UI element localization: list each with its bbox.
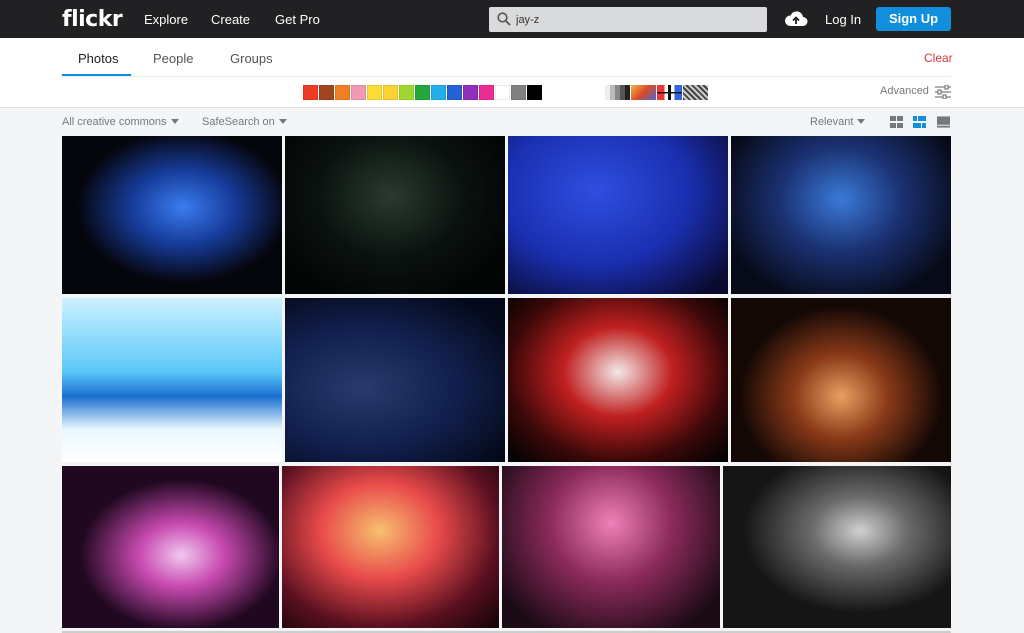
license-dropdown[interactable]: All creative commons [62,116,179,128]
style-filter-swatches [605,85,708,100]
nav-explore[interactable]: Explore [144,12,188,27]
color-swatch-12[interactable] [479,85,494,100]
safesearch-label: SafeSearch on [202,116,275,128]
safesearch-dropdown[interactable]: SafeSearch on [202,116,287,128]
photo-tile-7[interactable] [508,298,728,462]
active-tab-indicator [62,74,131,76]
search-input[interactable] [516,10,756,29]
tab-photos[interactable]: Photos [78,51,118,66]
caret-down-icon [278,119,287,124]
color-swatch-8[interactable] [415,85,430,100]
minimalist-filter[interactable] [657,85,682,100]
color-swatch-9[interactable] [431,85,446,100]
photo-tile-9[interactable] [62,466,279,628]
caret-down-icon [170,119,179,124]
tab-groups[interactable]: Groups [230,51,273,66]
color-swatch-6[interactable] [383,85,398,100]
clear-button[interactable]: Clear [924,51,953,65]
shallow-depth-filter[interactable] [631,85,656,100]
tab-divider [62,76,951,77]
photo-tile-2[interactable] [285,136,505,294]
photo-tile-4[interactable] [731,136,951,294]
search-icon [497,12,511,26]
search-box[interactable] [489,7,767,32]
license-label: All creative commons [62,116,167,128]
color-swatch-10[interactable] [447,85,462,100]
photo-tile-6[interactable] [285,298,505,462]
sort-label: Relevant [810,116,854,128]
photo-tile-10[interactable] [282,466,499,628]
upload-cloud-icon[interactable] [784,9,808,29]
flickr-logo[interactable]: flickr [62,7,123,32]
single-view-icon[interactable] [937,116,950,128]
advanced-label[interactable]: Advanced [880,85,929,97]
color-swatch-1[interactable] [303,85,318,100]
color-swatch-3[interactable] [335,85,350,100]
color-filter-swatches [303,85,542,101]
photo-tile-12[interactable] [723,466,951,628]
grid-view-icon[interactable] [890,116,903,128]
photo-tile-1[interactable] [62,136,282,294]
signup-button[interactable]: Sign Up [876,7,951,31]
tab-people[interactable]: People [153,51,193,66]
color-swatch-11[interactable] [463,85,478,100]
black-and-white-filter[interactable] [605,85,630,100]
photo-tile-5[interactable] [62,298,282,462]
color-swatch-2[interactable] [319,85,334,100]
color-swatch-13[interactable] [495,85,510,100]
photo-tile-11[interactable] [502,466,720,628]
color-swatch-5[interactable] [367,85,382,100]
justified-view-icon[interactable] [913,116,926,128]
color-swatch-14[interactable] [511,85,526,100]
photo-tile-3[interactable] [508,136,728,294]
caret-down-icon [857,119,866,124]
nav-get-pro[interactable]: Get Pro [275,12,320,27]
sort-dropdown[interactable]: Relevant [810,116,866,128]
photo-tile-8[interactable] [731,298,951,462]
color-swatch-4[interactable] [351,85,366,100]
login-link[interactable]: Log In [825,12,861,27]
patterns-filter[interactable] [683,85,708,100]
color-swatch-15[interactable] [527,85,542,100]
search-options-bar: Photos People Groups Clear Advanced [0,38,1024,108]
sliders-icon[interactable] [935,85,951,99]
color-swatch-7[interactable] [399,85,414,100]
nav-create[interactable]: Create [211,12,250,27]
top-navigation-bar: flickr Explore Create Get Pro Log In Sig… [0,0,1024,38]
